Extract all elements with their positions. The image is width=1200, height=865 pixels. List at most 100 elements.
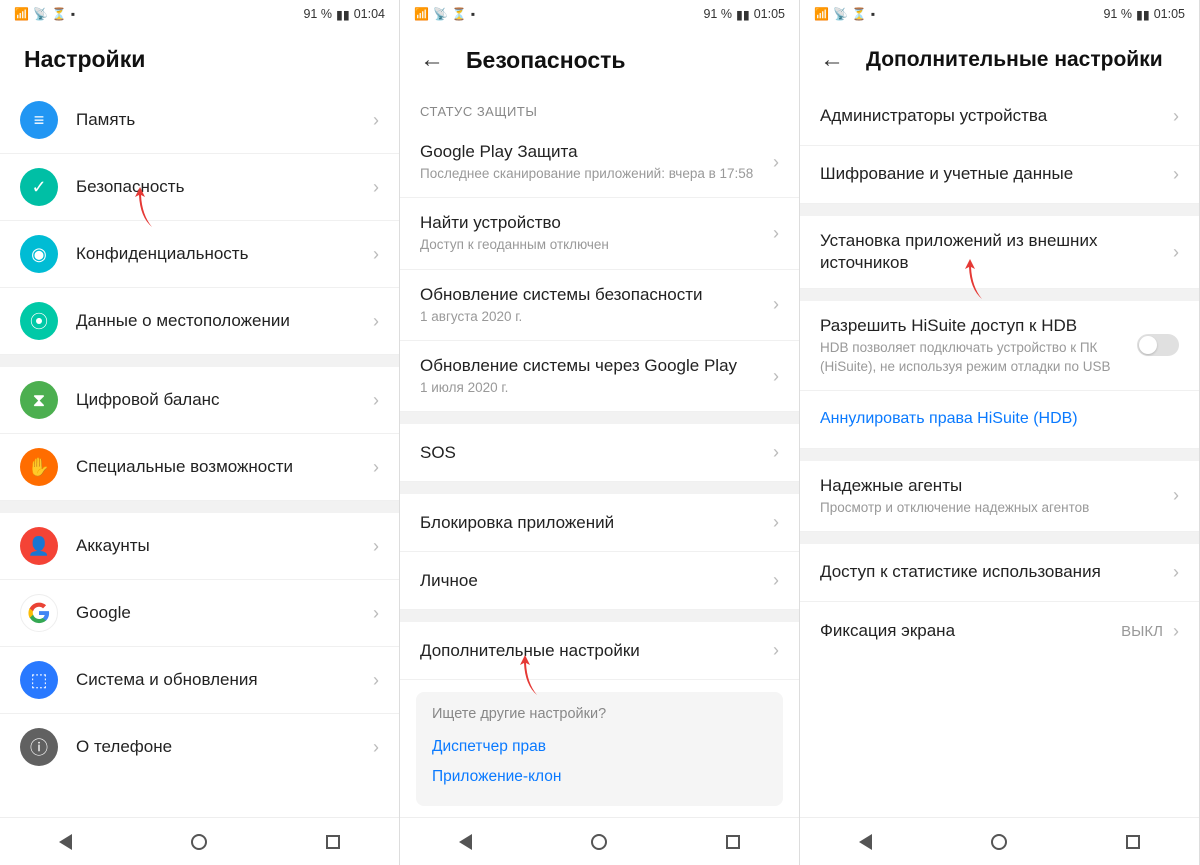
nav-recent[interactable] <box>726 835 740 849</box>
row-digital-balance[interactable]: ⧗ Цифровой баланс › <box>0 367 399 434</box>
row-sub: Просмотр и отключение надежных агентов <box>820 499 1167 517</box>
row-sos[interactable]: SOS › <box>400 424 799 482</box>
row-trusted-agents[interactable]: Надежные агенты Просмотр и отключение над… <box>800 461 1199 532</box>
clock: 01:05 <box>754 7 785 21</box>
google-icon <box>20 594 58 632</box>
row-screen-pinning[interactable]: Фиксация экрана ВЫКЛ › <box>800 602 1199 660</box>
clock: 01:05 <box>1154 7 1185 21</box>
chevron-right-icon: › <box>1173 106 1179 127</box>
hourglass-icon: ⏳ <box>852 7 867 21</box>
chevron-right-icon: › <box>1173 562 1179 583</box>
system-icon: ⬚ <box>20 661 58 699</box>
row-label: Надежные агенты <box>820 475 1167 497</box>
row-memory[interactable]: ≡ Память › <box>0 87 399 154</box>
page-header: ← Дополнительные настройки <box>800 28 1199 88</box>
row-label: Google Play Защита <box>420 141 767 163</box>
page-title: Настройки <box>24 46 145 73</box>
row-play-protect[interactable]: Google Play Защита Последнее сканирование… <box>400 127 799 198</box>
hint-link-app-clone[interactable]: Приложение-клон <box>432 762 767 792</box>
row-encryption[interactable]: Шифрование и учетные данные › <box>800 146 1199 204</box>
row-system-updates[interactable]: ⬚ Система и обновления › <box>0 647 399 714</box>
hint-link-permissions[interactable]: Диспетчер прав <box>432 732 767 762</box>
screen-advanced-settings: 📶📡⏳▪ 91 %▮▮01:05 ← Дополнительные настро… <box>800 0 1200 865</box>
chevron-right-icon: › <box>773 223 779 244</box>
row-label: Google <box>76 602 367 624</box>
chevron-right-icon: › <box>373 311 379 332</box>
row-location[interactable]: ⦿ Данные о местоположении › <box>0 288 399 355</box>
row-label: Аннулировать права HiSuite (HDB) <box>820 409 1179 430</box>
chevron-right-icon: › <box>373 110 379 131</box>
row-accounts[interactable]: 👤 Аккаунты › <box>0 513 399 580</box>
row-privacy[interactable]: ◉ Конфиденциальность › <box>0 221 399 288</box>
chevron-right-icon: › <box>373 244 379 265</box>
hint-title: Ищете другие настройки? <box>432 706 767 722</box>
row-personal[interactable]: Личное › <box>400 552 799 610</box>
hourglass-icon: ⏳ <box>52 7 67 21</box>
chevron-right-icon: › <box>773 512 779 533</box>
privacy-icon: ◉ <box>20 235 58 273</box>
row-label: Аккаунты <box>76 535 367 557</box>
nav-home[interactable] <box>591 834 607 850</box>
row-accessibility[interactable]: ✋ Специальные возможности › <box>0 434 399 501</box>
chevron-right-icon: › <box>373 670 379 691</box>
battery-text: 91 % <box>703 7 732 21</box>
row-find-device[interactable]: Найти устройствоДоступ к геоданным отклю… <box>400 198 799 269</box>
sim-icon: ▪ <box>71 7 75 21</box>
row-sub: Последнее сканирование приложений: вчера… <box>420 165 767 183</box>
row-label: Доступ к статистике использования <box>820 561 1167 583</box>
row-revoke-hisuite[interactable]: Аннулировать права HiSuite (HDB) <box>800 391 1199 449</box>
row-label: Личное <box>420 570 767 592</box>
nav-recent[interactable] <box>326 835 340 849</box>
row-about-phone[interactable]: ⓘ О телефоне › <box>0 714 399 780</box>
row-play-system-update[interactable]: Обновление системы через Google Play 1 ию… <box>400 341 799 412</box>
back-button[interactable]: ← <box>420 46 448 74</box>
row-app-lock[interactable]: Блокировка приложений › <box>400 494 799 552</box>
row-more-settings[interactable]: Дополнительные настройки › <box>400 622 799 680</box>
nav-home[interactable] <box>191 834 207 850</box>
chevron-right-icon: › <box>373 390 379 411</box>
signal-icon: 📶 <box>414 7 429 21</box>
row-sub: Доступ к геоданным отключен <box>420 236 767 254</box>
person-icon: 👤 <box>20 527 58 565</box>
row-label: Конфиденциальность <box>76 243 367 265</box>
row-device-admins[interactable]: Администраторы устройства › <box>800 88 1199 146</box>
row-install-unknown-apps[interactable]: Установка приложений из внешних источник… <box>800 216 1199 289</box>
status-bar: 📶 📡 ⏳ ▪ 91 % ▮▮ 01:04 <box>0 0 399 28</box>
row-label: Разрешить HiSuite доступ к HDB <box>820 315 1129 337</box>
chevron-right-icon: › <box>1173 621 1179 642</box>
row-label: Обновление системы безопасности <box>420 284 767 306</box>
row-label: Безопасность <box>76 176 367 198</box>
wifi-icon: 📡 <box>433 7 448 21</box>
chevron-right-icon: › <box>773 294 779 315</box>
nav-back[interactable] <box>859 834 872 850</box>
back-button[interactable]: ← <box>820 46 848 74</box>
row-label: О телефоне <box>76 736 367 758</box>
chevron-right-icon: › <box>373 536 379 557</box>
row-security-update[interactable]: Обновление системы безопасности 1 августа… <box>400 270 799 341</box>
nav-recent[interactable] <box>1126 835 1140 849</box>
row-sub: 1 августа 2020 г. <box>420 308 767 326</box>
row-sub: 1 июля 2020 г. <box>420 379 767 397</box>
row-google[interactable]: Google › <box>0 580 399 647</box>
toggle-hdb[interactable] <box>1137 334 1179 356</box>
row-security[interactable]: ✓ Безопасность › <box>0 154 399 221</box>
battery-text: 91 % <box>1103 7 1132 21</box>
nav-bar <box>400 817 799 865</box>
row-label: Память <box>76 109 367 131</box>
nav-back[interactable] <box>459 834 472 850</box>
signal-icon: 📶 <box>814 7 829 21</box>
battery-icon: ▮▮ <box>1136 7 1150 22</box>
row-label: Обновление системы через Google Play <box>420 355 767 377</box>
nav-home[interactable] <box>991 834 1007 850</box>
row-usage-stats[interactable]: Доступ к статистике использования › <box>800 544 1199 602</box>
row-hisuite-hdb[interactable]: Разрешить HiSuite доступ к HDBHDB позвол… <box>800 301 1199 391</box>
chevron-right-icon: › <box>773 640 779 661</box>
page-header: ← Безопасность <box>400 28 799 88</box>
row-label: Дополнительные настройки <box>420 640 767 662</box>
nav-back[interactable] <box>59 834 72 850</box>
security-list: СТАТУС ЗАЩИТЫ Google Play ЗащитаПоследне… <box>400 88 799 817</box>
row-sub: HDB позволяет подключать устройство к ПК… <box>820 339 1129 375</box>
memory-icon: ≡ <box>20 101 58 139</box>
row-label: Специальные возможности <box>76 456 367 478</box>
shield-icon: ✓ <box>20 168 58 206</box>
